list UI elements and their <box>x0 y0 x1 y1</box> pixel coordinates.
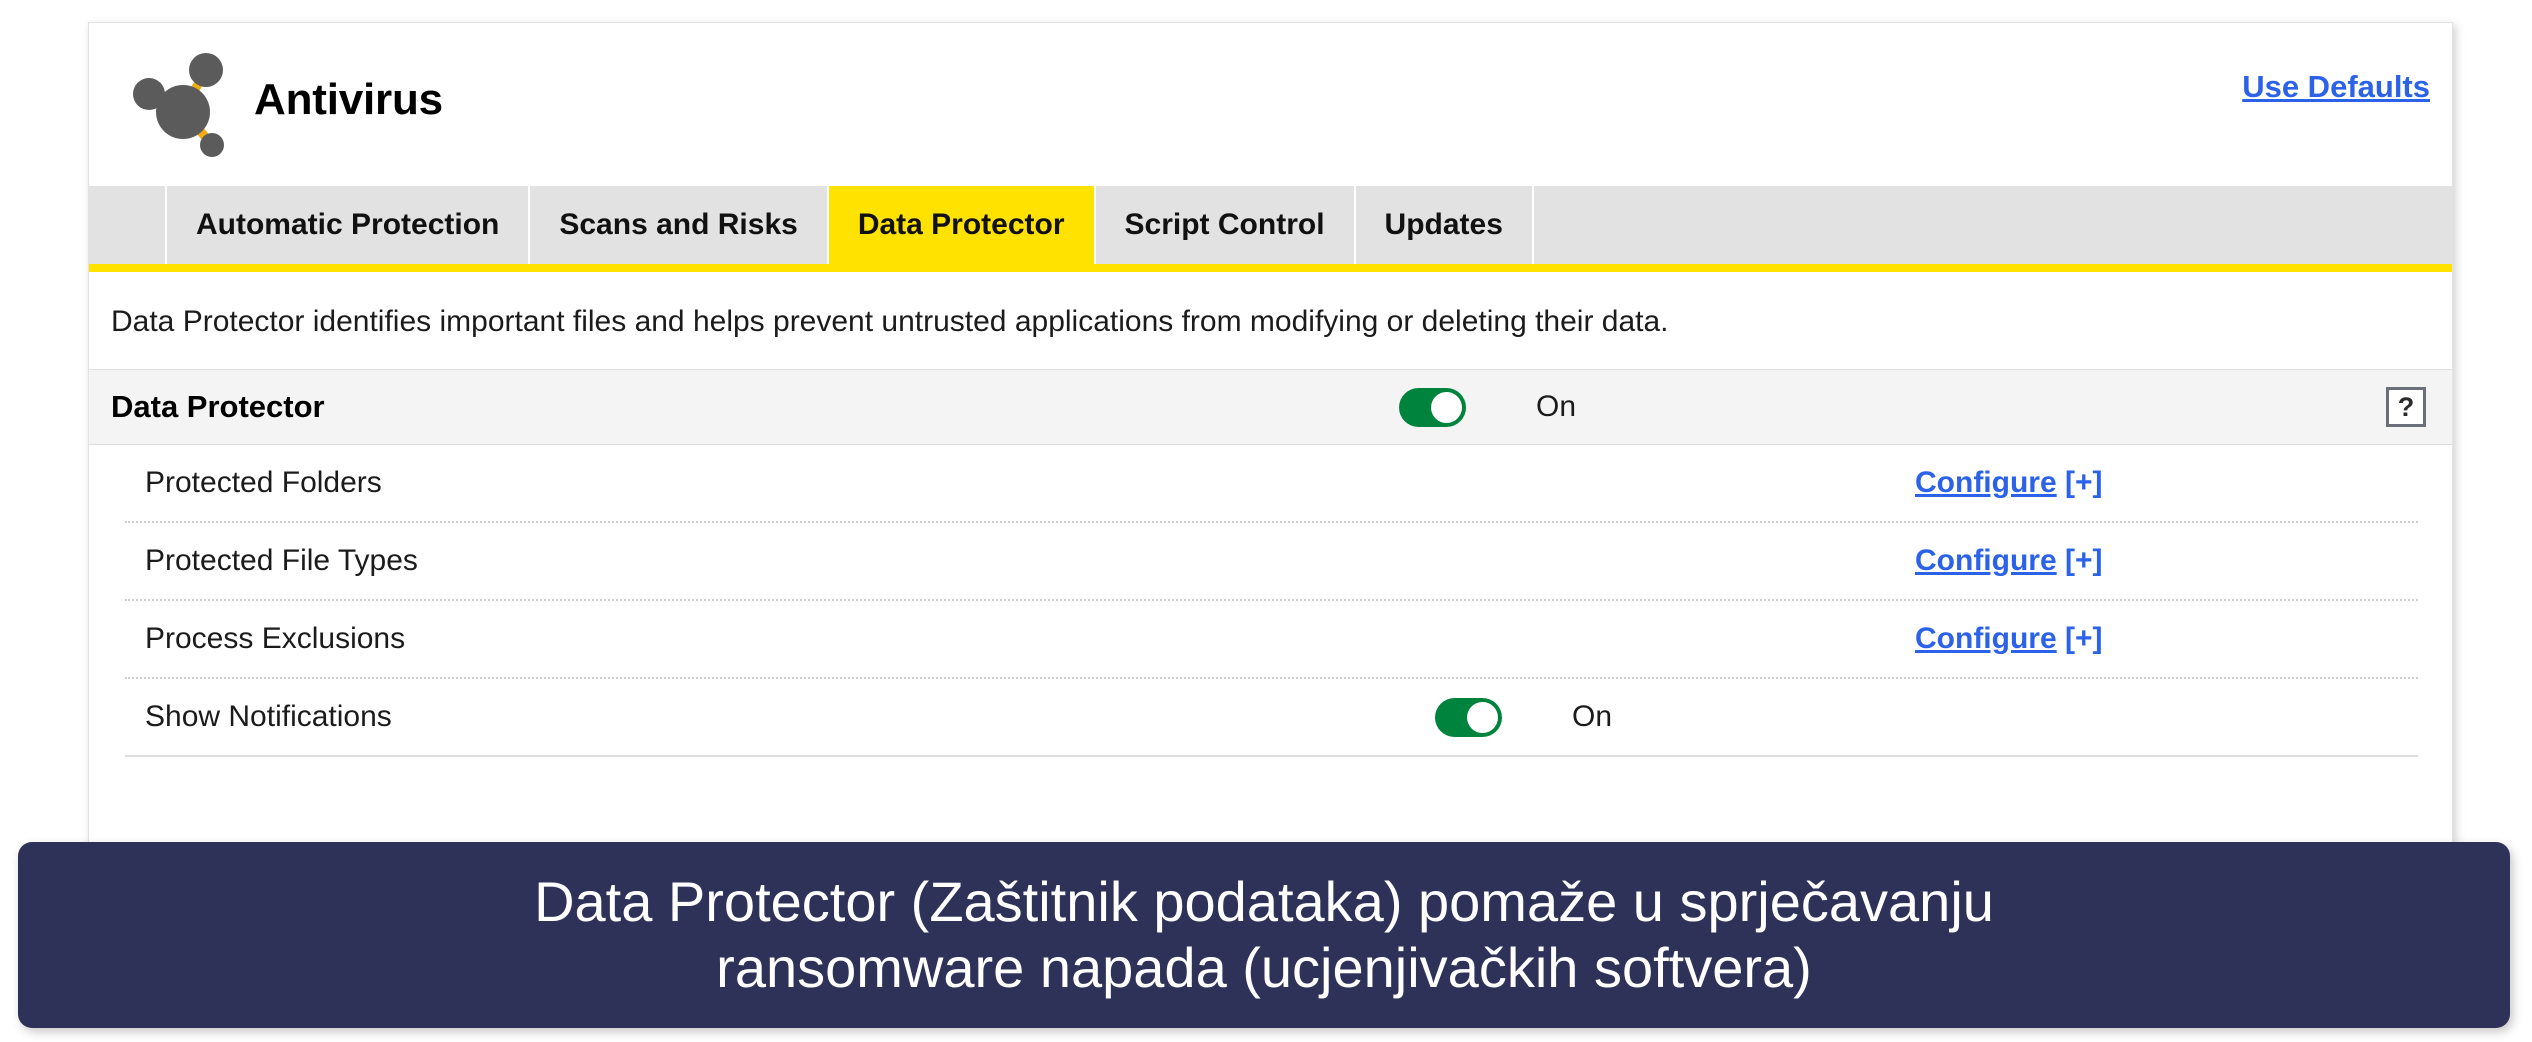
tab-scans-and-risks[interactable]: Scans and Risks <box>530 186 829 264</box>
section-description: Data Protector identifies important file… <box>89 272 2452 370</box>
antivirus-settings-panel: Antivirus Use Defaults Automatic Protect… <box>88 22 2453 982</box>
page-title: Antivirus <box>254 75 443 124</box>
help-icon[interactable]: ? <box>2386 387 2426 427</box>
data-protector-toggle-state: On <box>1536 390 1577 423</box>
tab-data-protector[interactable]: Data Protector <box>828 186 1096 264</box>
configure-link-suffix: [+] <box>2056 466 2103 499</box>
settings-list-bottom-divider <box>125 755 2418 757</box>
setting-row-show-notifications: Show Notifications On <box>125 679 2418 755</box>
tab-script-control[interactable]: Script Control <box>1095 186 1356 264</box>
configure-link-word: Configure <box>1915 622 2057 655</box>
configure-link-word: Configure <box>1915 544 2057 577</box>
setting-row-protected-folders: Protected Folders Configure [+] <box>125 445 2418 523</box>
data-protector-toggle-cell: On <box>1399 387 1577 427</box>
use-defaults-link[interactable]: Use Defaults <box>2242 69 2430 105</box>
section-title: Data Protector <box>111 389 325 424</box>
configure-protected-folders-link[interactable]: Configure [+] <box>1915 466 2103 500</box>
toggle-knob <box>1467 701 1498 733</box>
tab-bar: Automatic Protection Scans and Risks Dat… <box>89 186 2452 272</box>
molecule-icon <box>109 37 239 162</box>
setting-row-process-exclusions: Process Exclusions Configure [+] <box>125 601 2418 679</box>
toggle-knob <box>1431 391 1462 423</box>
show-notifications-toggle[interactable] <box>1435 697 1502 737</box>
show-notifications-toggle-state: On <box>1572 700 1613 733</box>
configure-link-word: Configure <box>1915 466 2057 499</box>
setting-row-protected-file-types: Protected File Types Configure [+] <box>125 523 2418 601</box>
setting-label: Protected Folders <box>145 466 382 499</box>
configure-link-suffix: [+] <box>2056 544 2103 577</box>
configure-link-suffix: [+] <box>2056 622 2103 655</box>
panel-header: Antivirus Use Defaults <box>89 23 2452 186</box>
setting-label: Process Exclusions <box>145 622 406 655</box>
caption-line-1: Data Protector (Zaštitnik podataka) poma… <box>534 869 1994 933</box>
tab-automatic-protection[interactable]: Automatic Protection <box>167 186 531 264</box>
tab-bar-leading-spacer <box>89 186 167 264</box>
tab-bar-trailing-spacer <box>1533 186 2452 264</box>
tab-updates[interactable]: Updates <box>1355 186 1534 264</box>
settings-list: Protected Folders Configure [+] Protecte… <box>89 445 2452 757</box>
setting-label: Show Notifications <box>145 700 392 733</box>
data-protector-toggle[interactable] <box>1399 387 1466 427</box>
caption-line-2: ransomware napada (ucjenjivačkih softver… <box>716 936 1812 999</box>
configure-protected-file-types-link[interactable]: Configure [+] <box>1915 544 2103 578</box>
translation-caption-banner: Data Protector (Zaštitnik podataka) poma… <box>18 842 2510 1028</box>
show-notifications-toggle-cell: On <box>1435 697 1613 737</box>
data-protector-section-header: Data Protector On ? <box>89 370 2452 445</box>
configure-process-exclusions-link[interactable]: Configure [+] <box>1915 622 2103 656</box>
setting-label: Protected File Types <box>145 544 418 577</box>
